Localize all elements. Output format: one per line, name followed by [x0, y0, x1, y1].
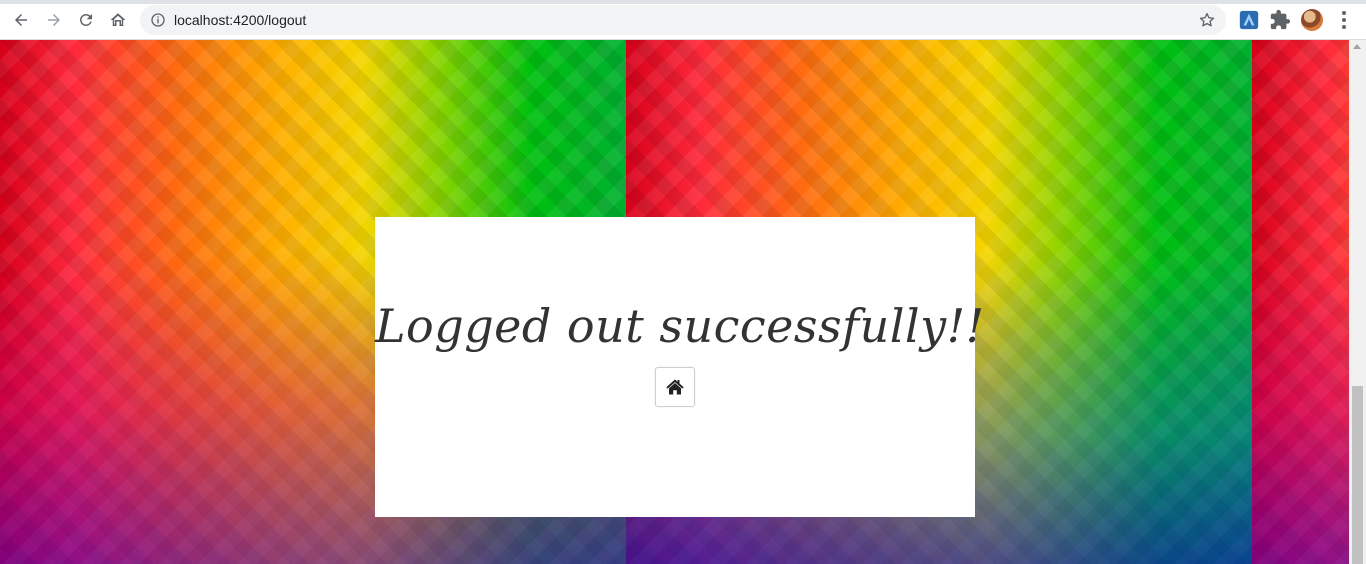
address-bar[interactable]: localhost:4200/logout	[140, 5, 1226, 35]
arrow-left-icon	[15, 14, 27, 26]
logout-message: Logged out successfully!!	[375, 299, 985, 353]
forward-button[interactable]	[40, 6, 68, 34]
extension-logo-icon[interactable]	[1238, 9, 1260, 31]
avatar[interactable]	[1301, 9, 1323, 31]
scroll-up-arrow[interactable]	[1353, 44, 1361, 49]
arrow-right-icon	[48, 14, 60, 26]
home-icon	[666, 379, 684, 395]
reload-icon	[79, 13, 92, 26]
puzzle-icon[interactable]	[1269, 9, 1291, 31]
star-icon[interactable]	[1198, 11, 1216, 29]
home-icon	[110, 13, 126, 26]
vertical-scrollbar[interactable]	[1349, 40, 1366, 564]
info-icon[interactable]	[150, 12, 166, 28]
logout-card: Logged out successfully!!	[375, 217, 985, 517]
browser-toolbar: localhost:4200/logout	[0, 0, 1366, 40]
background-tile	[1252, 40, 1349, 564]
url-text[interactable]: localhost:4200/logout	[174, 12, 306, 28]
more-vert-icon[interactable]	[1336, 10, 1352, 30]
home-button[interactable]	[104, 6, 132, 34]
go-home-button[interactable]	[655, 367, 695, 407]
reload-button[interactable]	[72, 6, 100, 34]
scroll-thumb[interactable]	[1352, 386, 1363, 564]
back-button[interactable]	[7, 6, 35, 34]
